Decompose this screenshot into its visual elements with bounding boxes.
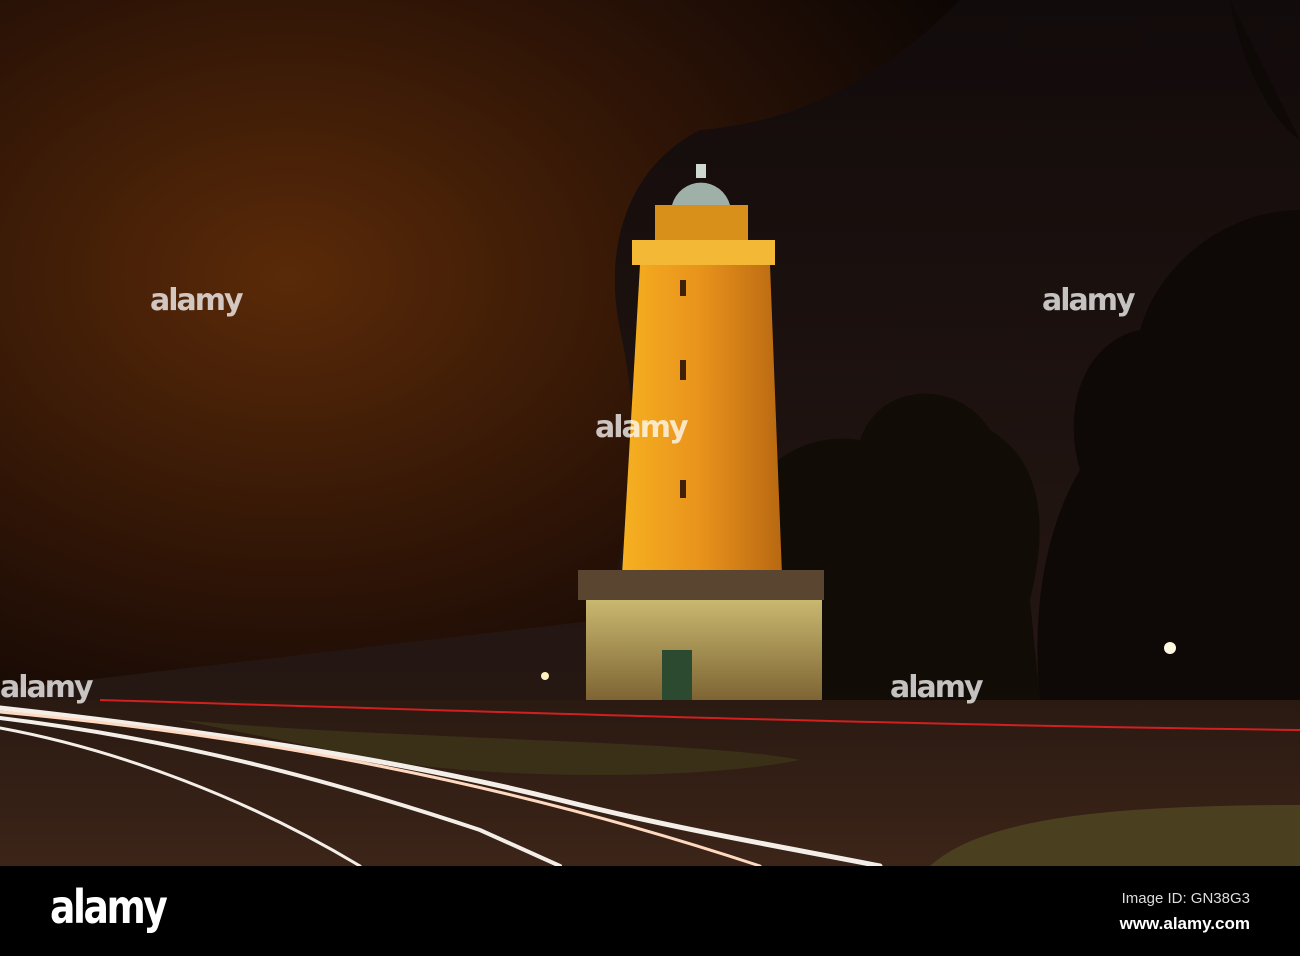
alamy-logo: alamy (50, 880, 168, 934)
site-url: www.alamy.com (1119, 914, 1250, 933)
watermark: alamy (595, 410, 689, 445)
watermark: alamy (1042, 283, 1136, 318)
image-id: Image ID: GN38G3 (1121, 890, 1250, 907)
footer-bar: alamy Image ID: GN38G3 www.alamy.com (0, 866, 1300, 956)
street-lamp (541, 672, 549, 680)
street-lamp (1164, 642, 1176, 654)
watermark: alamy (0, 670, 94, 705)
watermark: alamy (150, 283, 244, 318)
watermark: alamy (890, 670, 984, 705)
